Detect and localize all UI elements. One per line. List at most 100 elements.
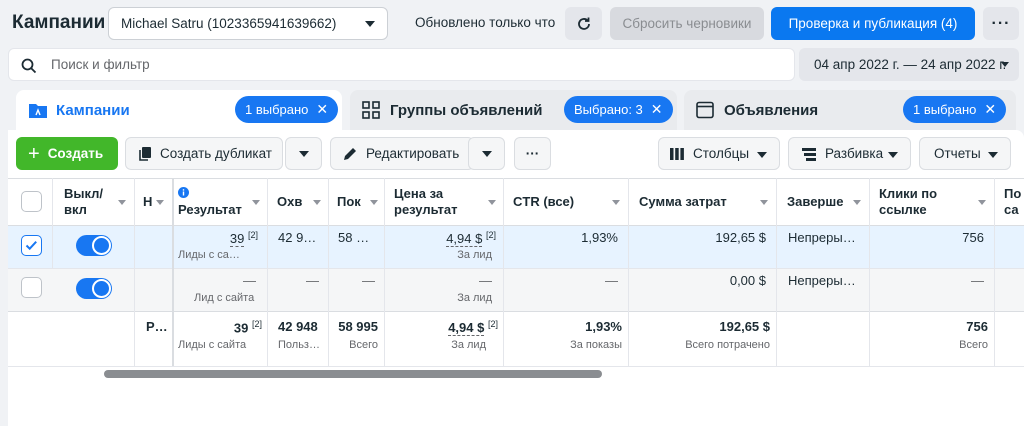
- pencil-icon: [344, 148, 356, 160]
- column-header-reach[interactable]: Охв: [277, 194, 302, 210]
- campaign-toggle[interactable]: [76, 278, 112, 299]
- divider: [52, 178, 53, 268]
- cpr-number[interactable]: 4,94 $: [446, 231, 483, 248]
- edit-button[interactable]: Редактировать: [330, 137, 474, 170]
- sort-icon[interactable]: [118, 200, 126, 205]
- header-line: Цена за: [394, 186, 444, 201]
- column-header-more[interactable]: По са: [1004, 186, 1021, 218]
- column-header-name[interactable]: Н: [143, 194, 152, 210]
- sort-icon[interactable]: [853, 200, 861, 205]
- horizontal-scrollbar[interactable]: [104, 370, 602, 378]
- breakdown-label: Разбивка: [825, 146, 884, 161]
- more-options-button[interactable]: ···: [983, 7, 1019, 40]
- badge-label: Выбрано: 3: [574, 102, 643, 117]
- page-title: Кампании: [12, 12, 106, 33]
- column-header-spent[interactable]: Сумма затрат: [639, 194, 727, 210]
- close-icon[interactable]: ✕: [651, 101, 663, 118]
- divider: [8, 366, 1024, 367]
- discard-drafts-button[interactable]: Сбросить черновики: [610, 7, 764, 40]
- column-header-result[interactable]: Результат: [178, 202, 242, 218]
- folder-icon: [28, 101, 48, 122]
- campaign-toggle[interactable]: [76, 235, 112, 256]
- column-header-cost-per-result[interactable]: Цена за результат: [394, 186, 457, 218]
- result-number[interactable]: 39: [229, 231, 245, 248]
- account-select[interactable]: Michael Satru (1023365941639662): [108, 7, 388, 40]
- clicks-value: —: [971, 273, 984, 288]
- sort-icon[interactable]: [978, 200, 986, 205]
- account-name: Michael Satru (1023365941639662): [121, 16, 337, 31]
- divider: [328, 178, 329, 366]
- divider: [8, 268, 1024, 269]
- adsets-selected-badge[interactable]: Выбрано: 3 ✕: [564, 96, 673, 123]
- close-icon[interactable]: ✕: [984, 101, 996, 118]
- ends-value: Непреры…: [788, 230, 856, 245]
- result-value: 39 [2]: [174, 230, 258, 248]
- sort-icon[interactable]: [612, 200, 620, 205]
- totals-spent: 192,65 $: [719, 319, 770, 334]
- search-input[interactable]: Поиск и фильтр: [8, 48, 795, 81]
- divider: [267, 178, 268, 366]
- toggle-knob: [92, 279, 111, 298]
- sort-icon[interactable]: [370, 200, 378, 205]
- more-actions-button[interactable]: ···: [514, 137, 551, 170]
- totals-ctr-subtext: За показы: [570, 339, 622, 351]
- column-header-ends[interactable]: Заверше: [787, 194, 843, 210]
- cpr-subtext: За лид: [457, 292, 492, 304]
- chevron-down-icon: [365, 21, 375, 27]
- totals-clicks-subtext: Всего: [959, 339, 988, 351]
- sort-icon[interactable]: [488, 200, 496, 205]
- check-icon: [25, 241, 37, 251]
- sort-icon[interactable]: [760, 200, 768, 205]
- columns-button[interactable]: Столбцы: [658, 137, 780, 170]
- impressions-value: —: [362, 273, 375, 288]
- edit-label: Редактировать: [366, 146, 460, 161]
- divider: [8, 311, 1024, 312]
- campaigns-selected-badge[interactable]: 1 выбрано ✕: [235, 96, 339, 123]
- totals-label: Р…: [146, 319, 168, 334]
- column-header-impressions[interactable]: Пок: [337, 194, 361, 210]
- ctr-value: —: [605, 273, 618, 288]
- divider: [384, 178, 385, 366]
- top-bar: Кампании Michael Satru (1023365941639662…: [0, 0, 1024, 46]
- date-range-label: 04 апр 2022 г. — 24 апр 2022 г.: [814, 57, 1007, 72]
- sort-icon[interactable]: [252, 200, 260, 205]
- reports-button[interactable]: Отчеты: [919, 137, 1011, 170]
- totals-result-number: 39: [233, 320, 249, 336]
- divider: [628, 178, 629, 366]
- duplicate-button[interactable]: Создать дубликат: [125, 137, 283, 170]
- header-line: вкл: [64, 202, 87, 217]
- sort-icon[interactable]: [313, 200, 321, 205]
- ads-selected-badge[interactable]: 1 выбрано ✕: [903, 96, 1007, 123]
- column-header-link-clicks[interactable]: Клики по ссылке: [879, 186, 937, 218]
- spent-value: 0,00 $: [729, 273, 766, 288]
- chevron-down-icon: [988, 152, 998, 158]
- row-checkbox[interactable]: [21, 277, 42, 298]
- totals-impressions: 58 995: [338, 319, 378, 334]
- tab-label: Группы объявлений: [390, 102, 543, 119]
- breakdown-button[interactable]: Разбивка: [788, 137, 911, 170]
- create-label: Создать: [47, 146, 104, 161]
- totals-cpr-number[interactable]: 4,94 $: [448, 320, 485, 337]
- close-icon[interactable]: ✕: [316, 101, 328, 118]
- refresh-button[interactable]: [565, 7, 602, 40]
- divider: [172, 178, 174, 366]
- row-checkbox[interactable]: [21, 235, 42, 256]
- column-header-toggle[interactable]: Выкл/ вкл: [64, 186, 103, 218]
- select-all-checkbox[interactable]: [21, 191, 42, 212]
- column-header-ctr[interactable]: CTR (все): [513, 194, 574, 210]
- totals-reach: 42 948: [278, 319, 318, 334]
- updated-status: Обновлено только что: [415, 15, 556, 30]
- create-button[interactable]: + Создать: [16, 137, 118, 170]
- sort-icon[interactable]: [156, 200, 164, 205]
- grid-icon: [362, 101, 380, 122]
- header-line: Выкл/: [64, 186, 104, 201]
- reach-value: 42 9…: [278, 230, 317, 245]
- cpr-subtext: За лид: [457, 249, 492, 261]
- clicks-value: 756: [962, 230, 984, 245]
- date-range-picker[interactable]: 04 апр 2022 г. — 24 апр 2022 г.: [799, 48, 1019, 81]
- info-icon[interactable]: [178, 186, 189, 201]
- edit-dropdown-button[interactable]: [468, 137, 505, 170]
- duplicate-dropdown-button[interactable]: [285, 137, 322, 170]
- review-publish-button[interactable]: Проверка и публикация (4): [771, 7, 975, 40]
- totals-ctr: 1,93%: [585, 319, 622, 334]
